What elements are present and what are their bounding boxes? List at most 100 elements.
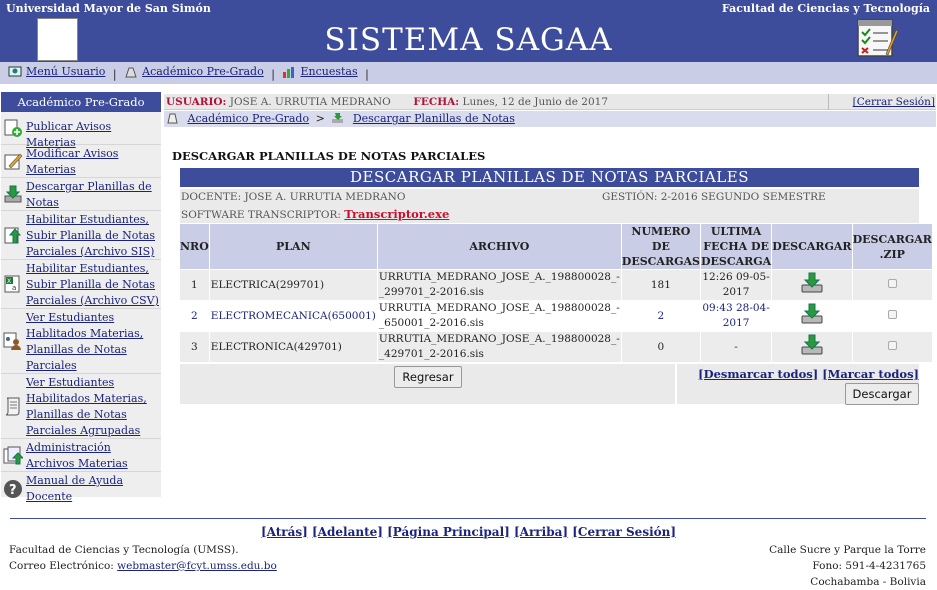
user-info-bar: USUARIO: JOSE A. URRUTIA MEDRANO FECHA: …: [164, 94, 936, 110]
back-area: Regresar: [180, 364, 675, 404]
cell-descargas: 0: [621, 332, 700, 362]
encuestas-link[interactable]: Encuestas: [300, 65, 357, 78]
sidebar-item-manual-ayuda[interactable]: ? Manual de Ayuda Docente: [1, 472, 161, 505]
table-row: 2 ELECTROMECANICA(650001) URRUTIA_MEDRAN…: [180, 301, 932, 331]
sidebar-item-label[interactable]: Administración Archivos Materias: [26, 441, 128, 470]
col-header-archivo: ARCHIVO: [377, 224, 621, 269]
col-header-descargas: NUMERO DE DESCARGAS: [621, 224, 700, 269]
sidebar-item-label[interactable]: Habilitar Estudiantes, Subir Planilla de…: [26, 262, 159, 307]
zip-checkbox[interactable]: [887, 309, 897, 319]
cell-fecha: -: [700, 332, 772, 362]
site-header: Universidad Mayor de San Simón Facultad …: [0, 0, 937, 62]
top-menu: Menú Usuario | Académico Pre-Grado | Enc…: [0, 62, 937, 84]
col-header-descargar: DESCARGAR: [772, 224, 852, 269]
academic-icon: [125, 67, 137, 77]
table-row: 1 ELECTRICA(299701) URRUTIA_MEDRANO_JOSE…: [180, 270, 932, 300]
cell-archivo: URRUTIA_MEDRANO_JOSE_A._198800028_-_4297…: [377, 332, 621, 362]
footer-email-link[interactable]: webmaster@fcyt.umss.edu.bo: [117, 560, 277, 572]
logout-link[interactable]: [Cerrar Sesión]: [828, 94, 936, 110]
upload-sis-icon: [4, 227, 22, 244]
csv-file-icon: Xa: [4, 275, 20, 293]
cell-zip: [852, 332, 932, 362]
footer-arriba-link[interactable]: [Arriba]: [514, 525, 568, 539]
cell-plan: ELECTRICA(299701): [209, 270, 377, 300]
checklist-logo-icon: [857, 19, 898, 57]
sidebar-item-subir-csv[interactable]: Xa Habilitar Estudiantes, Subir Planilla…: [1, 260, 161, 309]
footer-pagina-principal-link[interactable]: [Página Principal]: [387, 525, 510, 539]
download-file-icon[interactable]: [800, 272, 824, 294]
sidebar-item-label[interactable]: Descargar Planillas de Notas: [26, 180, 152, 209]
select-area: [Desmarcar todos] [Marcar todos] Descarg…: [677, 364, 919, 405]
university-name: Universidad Mayor de San Simón: [6, 2, 211, 15]
sidebar-item-ver-estudiantes[interactable]: Ver Estudiantes Hablitados Materias, Pla…: [1, 309, 161, 374]
col-header-nro: NRO: [180, 224, 209, 269]
footer-adelante-link[interactable]: [Adelante]: [312, 525, 383, 539]
cell-descargar: [772, 270, 852, 300]
breadcrumb-academico[interactable]: Académico Pre-Grado: [188, 112, 310, 125]
menu-separator: |: [271, 67, 275, 81]
breadcrumb-separator: >: [315, 112, 325, 125]
user-value: JOSE A. URRUTIA MEDRANO: [229, 96, 391, 108]
table-row: 3 ELECTRONICA(429701) URRUTIA_MEDRANO_JO…: [180, 332, 932, 362]
user-menu-icon: [8, 66, 22, 76]
menu-separator: |: [365, 67, 369, 81]
download-file-icon[interactable]: [800, 334, 824, 356]
marcar-todos-link[interactable]: [Marcar todos]: [822, 367, 919, 381]
col-header-zip: DESCARGAR .ZIP: [852, 224, 932, 269]
cell-descargar: [772, 332, 852, 362]
menu-usuario-link[interactable]: Menú Usuario: [26, 65, 105, 78]
software-row: SOFTWARE TRANSCRIPTOR: Transcriptor.exe: [180, 206, 919, 223]
sidebar-title: Académico Pre-Grado: [1, 92, 161, 112]
download-file-icon[interactable]: [800, 303, 824, 325]
sidebar-item-ver-agrupadas[interactable]: Ver Estudiantes Habilitados Materias, Pl…: [1, 374, 161, 439]
breadcrumb: Académico Pre-Grado > Descargar Planilla…: [164, 111, 936, 127]
col-header-plan: PLAN: [209, 224, 377, 269]
scroll-icon: [5, 397, 20, 416]
zip-checkbox[interactable]: [887, 278, 897, 288]
download-icon: [4, 185, 22, 203]
footer-divider: [10, 518, 926, 519]
footer-cerrar-sesion-link[interactable]: [Cerrar Sesión]: [572, 525, 676, 539]
academico-pregrado-link[interactable]: Académico Pre-Grado: [142, 65, 264, 78]
sidebar-item-label[interactable]: Habilitar Estudiantes, Subir Planilla de…: [26, 213, 155, 258]
cell-descargas: 2: [621, 301, 700, 331]
footer-left: Facultad de Ciencias y Tecnología (UMSS)…: [9, 542, 277, 574]
sidebar-item-label[interactable]: Manual de Ayuda Docente: [26, 474, 123, 503]
page-title: DESCARGAR PLANILLAS DE NOTAS PARCIALES: [172, 149, 486, 163]
files-icon: [3, 446, 23, 465]
sidebar-item-descargar-planillas[interactable]: Descargar Planillas de Notas: [1, 178, 161, 211]
breadcrumb-descargar[interactable]: Descargar Planillas de Notas: [353, 112, 515, 125]
sidebar-item-subir-sis[interactable]: Habilitar Estudiantes, Subir Planilla de…: [1, 211, 161, 260]
footer-email-label: Correo Electrónico:: [9, 560, 114, 572]
descargar-button[interactable]: Descargar: [845, 383, 919, 405]
footer-address: Calle Sucre y Parque la Torre: [769, 544, 926, 556]
cell-fecha: 12:26 09-05-2017: [700, 270, 772, 300]
sidebar-item-modificar-avisos[interactable]: Modificar Avisos Materias: [1, 145, 161, 178]
academic-icon: [167, 113, 178, 124]
sidebar-item-label[interactable]: Ver Estudiantes Habilitados Materias, Pl…: [26, 376, 147, 437]
footer-right: Calle Sucre y Parque la Torre Fono: 591-…: [769, 542, 926, 590]
zip-checkbox[interactable]: [887, 340, 897, 350]
desmarcar-todos-link[interactable]: [Desmarcar todos]: [698, 367, 818, 381]
sidebar-item-publicar-avisos[interactable]: Publicar Avisos Materias: [1, 112, 161, 149]
sidebar-item-label[interactable]: Ver Estudiantes Hablitados Materias, Pla…: [26, 311, 143, 372]
footer-nav: [Atrás] [Adelante] [Página Principal] [A…: [0, 525, 937, 539]
footer-faculty: Facultad de Ciencias y Tecnología (UMSS)…: [9, 544, 239, 556]
sidebar-item-administracion-archivos[interactable]: Administración Archivos Materias: [1, 439, 161, 472]
sidebar: Académico Pre-Grado Publicar Avisos Mate…: [1, 92, 161, 503]
faculty-name: Facultad de Ciencias y Tecnología: [721, 2, 930, 15]
cell-nro: 3: [180, 332, 209, 362]
actions-row: Regresar [Desmarcar todos] [Marcar todos…: [180, 364, 919, 405]
cell-plan: ELECTRONICA(429701): [209, 332, 377, 362]
download-panel: DESCARGAR PLANILLAS DE NOTAS PARCIALES D…: [180, 168, 932, 405]
cell-archivo: URRUTIA_MEDRANO_JOSE_A._198800028_-_6500…: [377, 301, 621, 331]
regresar-button[interactable]: Regresar: [394, 366, 462, 388]
panel-title: DESCARGAR PLANILLAS DE NOTAS PARCIALES: [180, 168, 919, 187]
software-label: SOFTWARE TRANSCRIPTOR:: [181, 209, 341, 221]
transcriptor-download-link[interactable]: Transcriptor.exe: [344, 207, 449, 221]
svg-text:X: X: [7, 278, 11, 285]
sidebar-item-label[interactable]: Modificar Avisos Materias: [26, 147, 118, 176]
add-page-icon: [4, 119, 22, 137]
footer-atras-link[interactable]: [Atrás]: [261, 525, 308, 539]
cell-zip: [852, 270, 932, 300]
